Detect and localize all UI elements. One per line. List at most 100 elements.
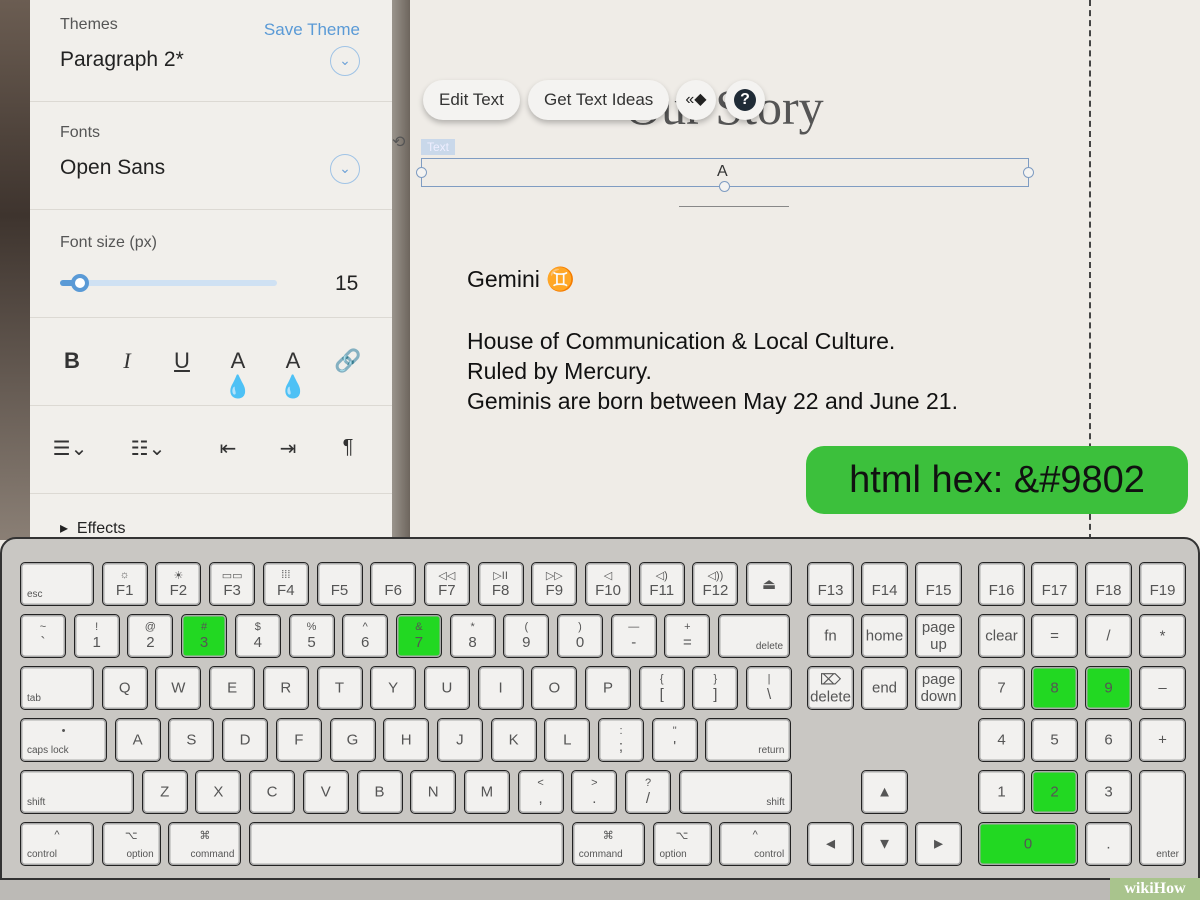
key-p[interactable]: P xyxy=(585,666,631,710)
bullet-list-icon[interactable]: ☷⌄ xyxy=(130,436,166,461)
key-page-down[interactable]: page down xyxy=(915,666,962,710)
chevron-down-icon[interactable]: ⌄ xyxy=(330,46,360,76)
key-9[interactable]: 9 xyxy=(1085,666,1132,710)
key-4[interactable]: $4 xyxy=(234,614,281,658)
key-home[interactable]: home xyxy=(861,614,908,658)
resize-handle-bottom[interactable] xyxy=(719,181,730,192)
key--[interactable]: — - xyxy=(610,614,657,658)
key-h[interactable]: H xyxy=(383,718,430,762)
key-w[interactable]: W xyxy=(155,666,202,710)
key-f11[interactable]: ◁) F11 xyxy=(638,562,685,606)
key-x[interactable]: X xyxy=(195,770,242,814)
key-a[interactable]: A xyxy=(114,718,161,762)
decrease-indent-icon[interactable]: ⇤ xyxy=(210,436,246,461)
key-f2[interactable]: ☀ F2 xyxy=(155,562,202,606)
link-icon[interactable]: 🔗 xyxy=(330,348,366,374)
key-'[interactable]: " ' xyxy=(651,718,698,762)
highlight-color-icon[interactable]: A💧 xyxy=(275,348,311,400)
key-l[interactable]: L xyxy=(544,718,591,762)
get-text-ideas-button[interactable]: Get Text Ideas xyxy=(528,80,670,120)
key-fn[interactable]: fn xyxy=(807,614,854,658)
key-y[interactable]: Y xyxy=(370,666,417,710)
key-1[interactable]: ! 1 xyxy=(73,614,120,658)
key-f[interactable]: F xyxy=(275,718,322,762)
key-⌦-delete[interactable]: ⌦ delete xyxy=(807,666,854,710)
key-f8[interactable]: ▷II F8 xyxy=(477,562,524,606)
key-t[interactable]: T xyxy=(316,666,363,710)
key-2[interactable]: @2 xyxy=(127,614,174,658)
key-[[interactable]: {[ xyxy=(638,666,685,710)
bold-icon[interactable]: B xyxy=(54,348,90,374)
key-3[interactable]: #3 xyxy=(181,614,228,658)
key-f14[interactable]: F14 xyxy=(861,562,908,606)
key-⏏[interactable]: ⏏ xyxy=(746,562,793,606)
key-clear[interactable]: clear xyxy=(978,614,1025,658)
key-f13[interactable]: F13 xyxy=(807,562,854,606)
underline-icon[interactable]: U xyxy=(164,348,200,374)
key-m[interactable]: M xyxy=(463,770,510,814)
key-9[interactable]: (9 xyxy=(503,614,550,658)
key-esc[interactable]: esc xyxy=(20,562,94,606)
key-i[interactable]: I xyxy=(477,666,524,710)
key-tab[interactable]: tab xyxy=(20,666,94,710)
key-,[interactable]: <, xyxy=(517,770,564,814)
key-b[interactable]: B xyxy=(356,770,403,814)
key-][interactable]: }] xyxy=(692,666,739,710)
key-.[interactable]: . xyxy=(1085,822,1132,866)
key-caps-lock[interactable]: • caps lock xyxy=(20,718,107,762)
key-*[interactable]: * xyxy=(1139,614,1186,658)
key-+[interactable]: + xyxy=(1139,718,1186,762)
key-8[interactable]: 8 xyxy=(1031,666,1078,710)
edit-text-button[interactable]: Edit Text xyxy=(423,80,520,120)
key-shift[interactable]: shift xyxy=(20,770,134,814)
key-command[interactable]: ⌘ command xyxy=(168,822,242,866)
chevron-down-icon[interactable]: ⌄ xyxy=(330,154,360,184)
key-f7[interactable]: ◁◁ F7 xyxy=(423,562,470,606)
key-f3[interactable]: ▭▭ F3 xyxy=(209,562,256,606)
key-end[interactable]: end xyxy=(861,666,908,710)
key-1[interactable]: 1 xyxy=(978,770,1025,814)
rotate-icon[interactable]: ⟲ xyxy=(392,132,405,152)
key-5[interactable]: % 5 xyxy=(288,614,335,658)
key-g[interactable]: G xyxy=(329,718,376,762)
key-e[interactable]: E xyxy=(209,666,256,710)
key-0[interactable]: 0 xyxy=(978,822,1078,866)
resize-handle-right[interactable] xyxy=(1023,167,1034,178)
save-theme-link[interactable]: Save Theme xyxy=(264,20,360,40)
key-delete[interactable]: delete xyxy=(718,614,791,658)
animation-icon[interactable]: «◆ xyxy=(676,80,716,120)
key-space[interactable] xyxy=(249,822,565,866)
resize-handle-left[interactable] xyxy=(416,167,427,178)
key-;[interactable]: :; xyxy=(598,718,644,762)
key-control[interactable]: ^ control xyxy=(719,822,792,866)
help-button[interactable]: ? xyxy=(725,80,765,120)
key-k[interactable]: K xyxy=(490,718,537,762)
key-s[interactable]: S xyxy=(168,718,215,762)
key-shift[interactable]: shift xyxy=(678,770,792,814)
key-/[interactable]: / xyxy=(1085,614,1132,658)
effects-expander[interactable]: ▸ Effects xyxy=(60,518,126,538)
key-v[interactable]: V xyxy=(302,770,349,814)
key-=[interactable]: = xyxy=(1031,614,1078,658)
key-n[interactable]: N xyxy=(410,770,457,814)
key-4[interactable]: 4 xyxy=(978,718,1025,762)
key-r[interactable]: R xyxy=(262,666,309,710)
key-option[interactable]: ⌥ option xyxy=(652,822,712,866)
key-0[interactable]: ) 0 xyxy=(557,614,603,658)
font-dropdown-value[interactable]: Open Sans xyxy=(60,156,165,180)
key-c[interactable]: C xyxy=(249,770,296,814)
slider-handle[interactable] xyxy=(70,274,89,292)
italic-icon[interactable]: I xyxy=(109,348,145,374)
key-7[interactable]: & 7 xyxy=(395,614,442,658)
key-5[interactable]: 5 xyxy=(1031,718,1078,762)
key-f4[interactable]: ⁞⁞⁞ F4 xyxy=(262,562,309,606)
key-f6[interactable]: F6 xyxy=(370,562,417,606)
key-3[interactable]: 3 xyxy=(1085,770,1132,814)
key-=[interactable]: + = xyxy=(664,614,711,658)
key-▲[interactable]: ▲ xyxy=(861,770,908,814)
key-▼[interactable]: ▼ xyxy=(861,822,908,866)
key-`[interactable]: ~ ` xyxy=(20,614,66,658)
text-color-icon[interactable]: A💧 xyxy=(220,348,256,400)
key-option[interactable]: ⌥ option xyxy=(101,822,161,866)
increase-indent-icon[interactable]: ⇥ xyxy=(270,436,306,461)
